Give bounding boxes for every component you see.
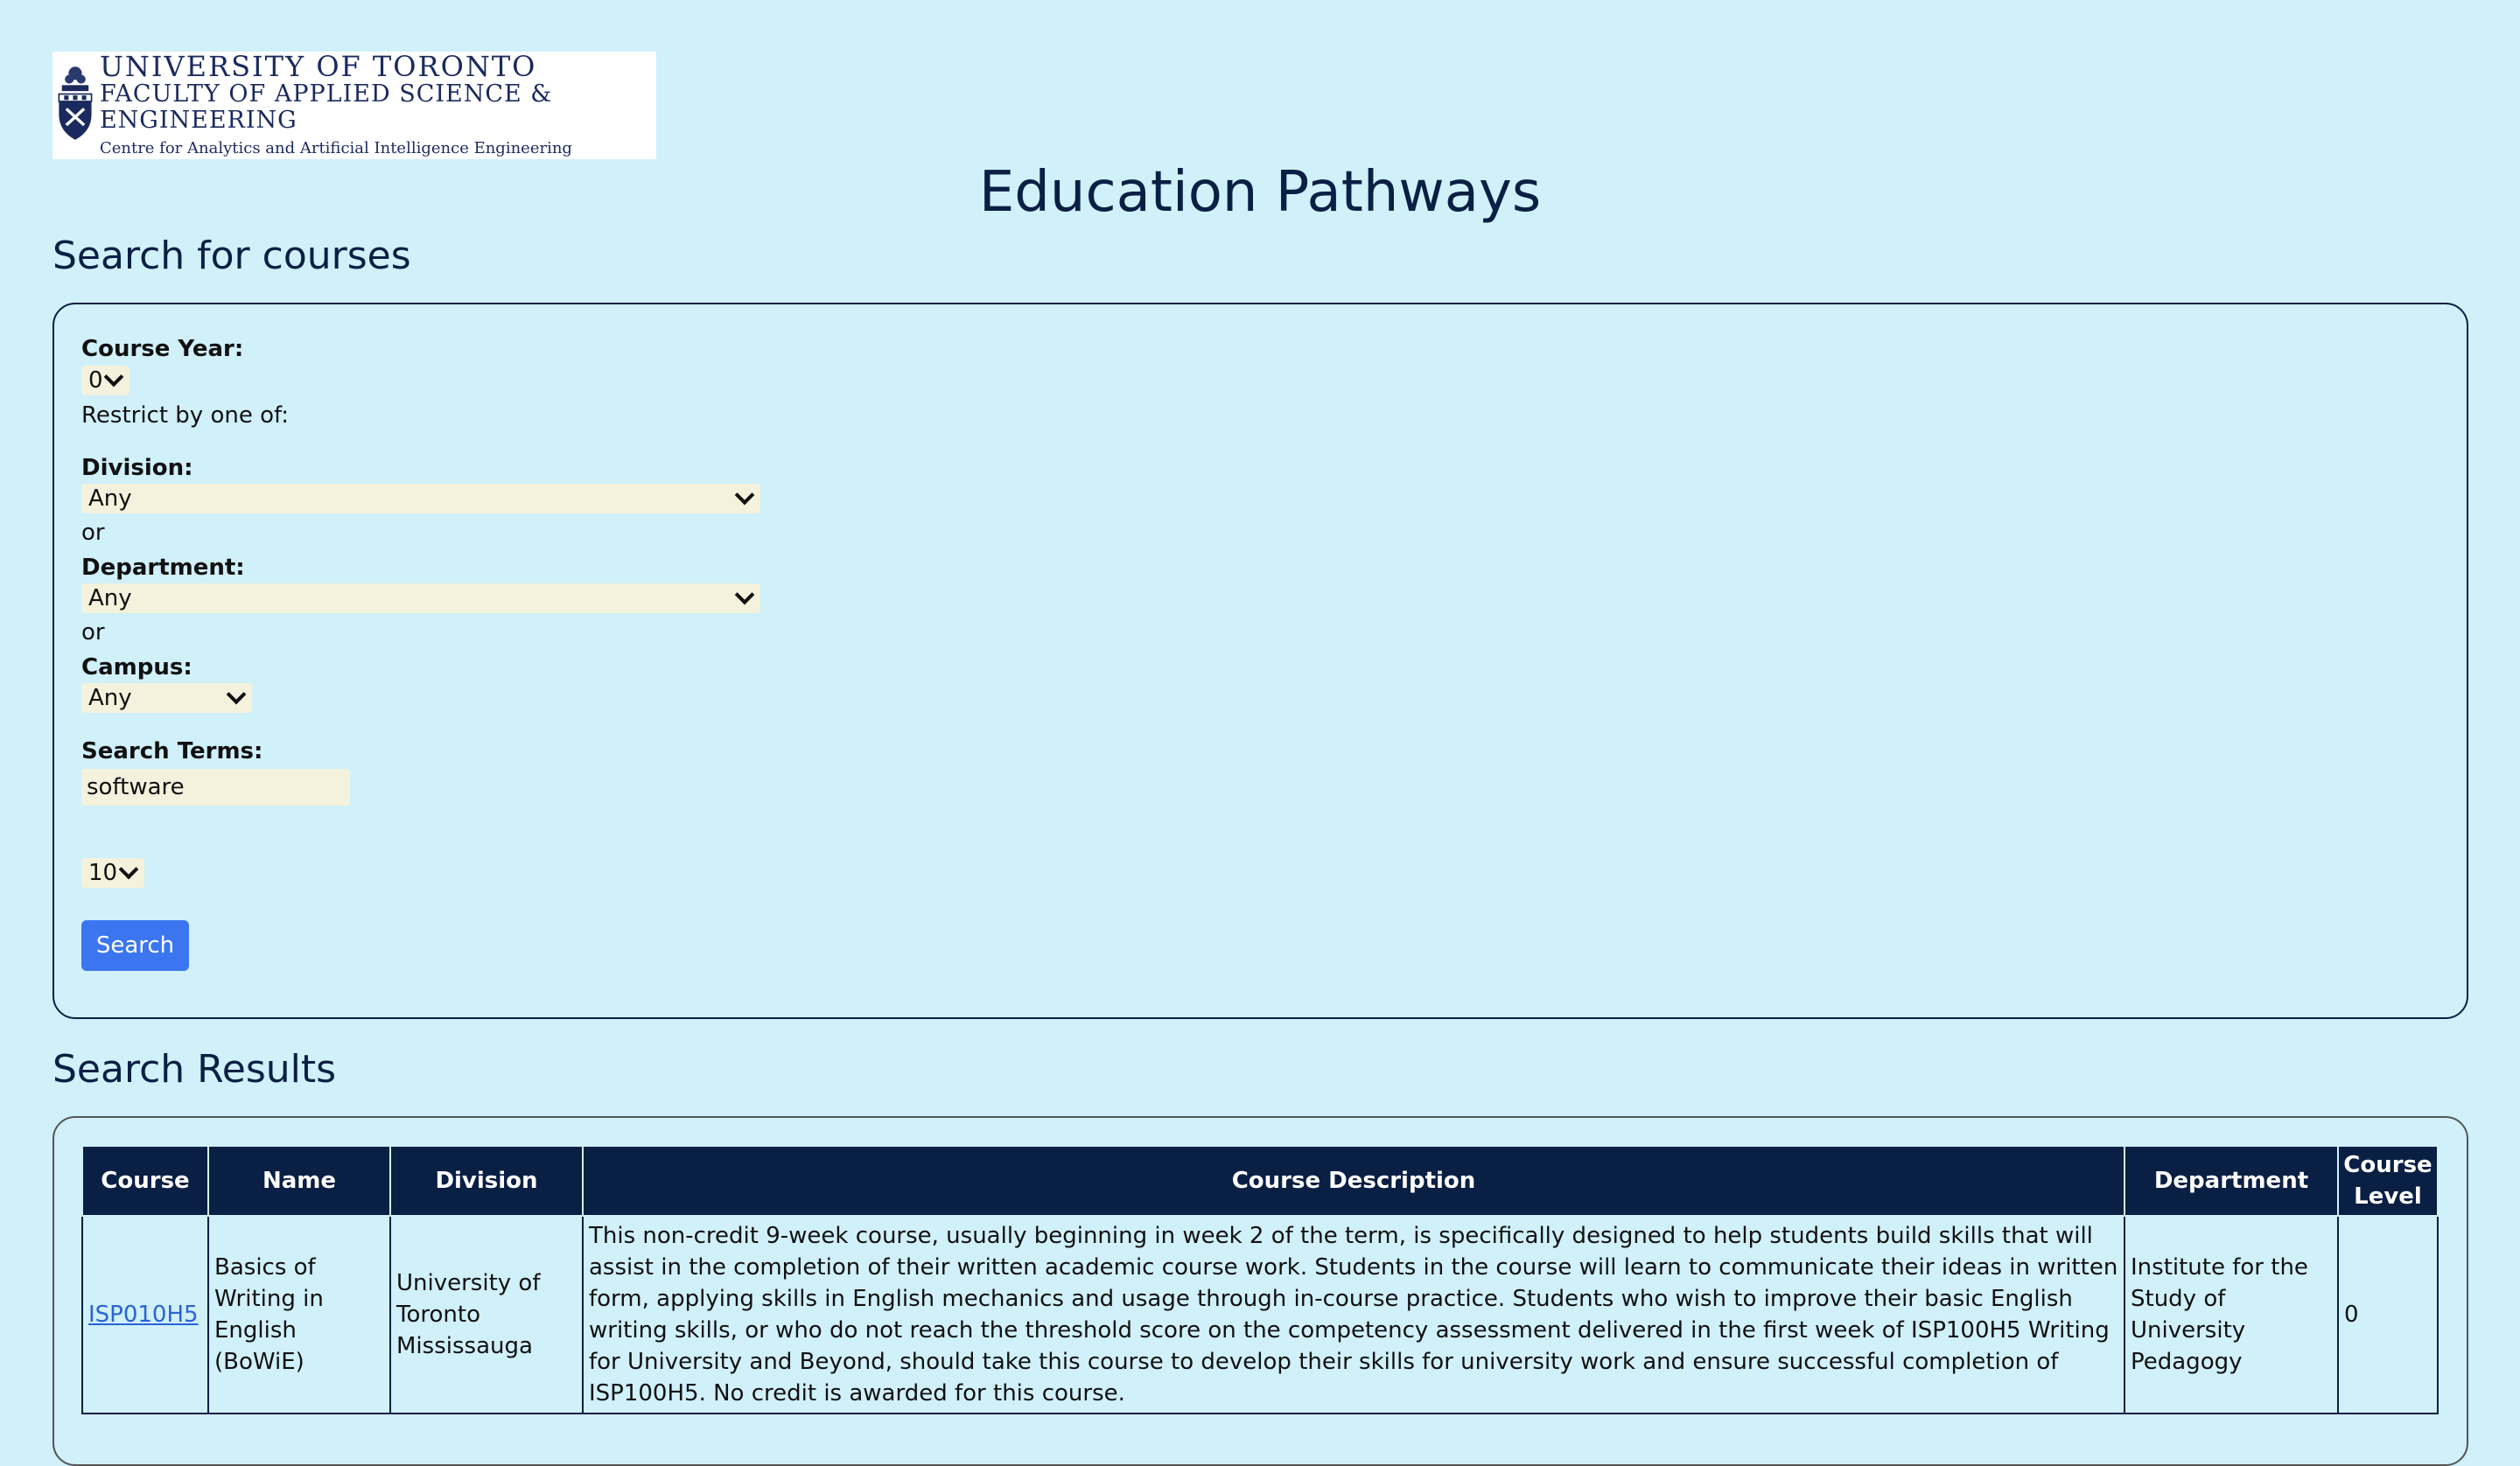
search-section-title: Search for courses xyxy=(52,234,411,278)
division-value: Any xyxy=(88,485,132,512)
cell-level: 0 xyxy=(2337,1215,2439,1414)
campus-value: Any xyxy=(88,685,132,711)
or-separator: or xyxy=(81,520,105,546)
division-select[interactable]: Any xyxy=(81,484,760,513)
search-terms-input[interactable] xyxy=(81,769,350,806)
logo-line-1: UNIVERSITY OF TORONTO xyxy=(99,49,537,83)
search-button[interactable]: Search xyxy=(81,920,189,971)
chevron-down-icon xyxy=(734,584,755,605)
table-row: ISP010H5 Basics of Writing in English (B… xyxy=(81,1215,2439,1414)
course-year-value: 0 xyxy=(88,367,103,394)
department-select[interactable]: Any xyxy=(81,583,760,613)
column-header-name: Name xyxy=(207,1145,391,1217)
page-title: Education Pathways xyxy=(978,160,1542,225)
restrict-label: Restrict by one of: xyxy=(81,402,289,429)
search-form-panel xyxy=(52,303,2468,1019)
search-terms-label: Search Terms: xyxy=(81,738,263,764)
cell-description: This non-credit 9-week course, usually b… xyxy=(582,1215,2125,1414)
column-header-level: Course Level xyxy=(2337,1145,2439,1217)
results-per-page-value: 10 xyxy=(88,860,118,886)
cell-division: University of Toronto Mississauga xyxy=(389,1215,584,1414)
column-header-course: Course xyxy=(81,1145,209,1217)
chevron-down-icon xyxy=(226,684,247,705)
department-value: Any xyxy=(88,585,132,611)
column-header-description: Course Description xyxy=(582,1145,2125,1217)
or-separator: or xyxy=(81,619,105,646)
table-header-row: Course Name Division Course Description … xyxy=(81,1145,2439,1217)
department-label: Department: xyxy=(81,555,245,581)
course-year-select[interactable]: 0 xyxy=(81,366,130,395)
logo-line-2: FACULTY OF APPLIED SCIENCE & ENGINEERING xyxy=(99,80,553,134)
course-year-label: Course Year: xyxy=(81,336,244,362)
results-section-title: Search Results xyxy=(52,1047,337,1092)
results-per-page-select[interactable]: 10 xyxy=(81,858,144,888)
division-label: Division: xyxy=(81,455,193,481)
column-header-division: Division xyxy=(389,1145,584,1217)
results-table: Course Name Division Course Description … xyxy=(81,1145,2439,1414)
cell-name: Basics of Writing in English (BoWiE) xyxy=(207,1215,391,1414)
crest-icon xyxy=(58,66,93,140)
campus-select[interactable]: Any xyxy=(81,683,252,713)
cell-department: Institute for the Study of University Pe… xyxy=(2124,1215,2339,1414)
course-link[interactable]: ISP010H5 xyxy=(88,1302,199,1328)
cell-course: ISP010H5 xyxy=(81,1215,209,1414)
logo-text: UNIVERSITY OF TORONTO FACULTY OF APPLIED… xyxy=(100,52,656,160)
chevron-down-icon xyxy=(734,485,755,506)
university-logo: UNIVERSITY OF TORONTO FACULTY OF APPLIED… xyxy=(52,52,656,159)
chevron-down-icon xyxy=(103,366,124,387)
column-header-department: Department xyxy=(2124,1145,2339,1217)
chevron-down-icon xyxy=(118,859,139,880)
campus-label: Campus: xyxy=(81,654,192,681)
